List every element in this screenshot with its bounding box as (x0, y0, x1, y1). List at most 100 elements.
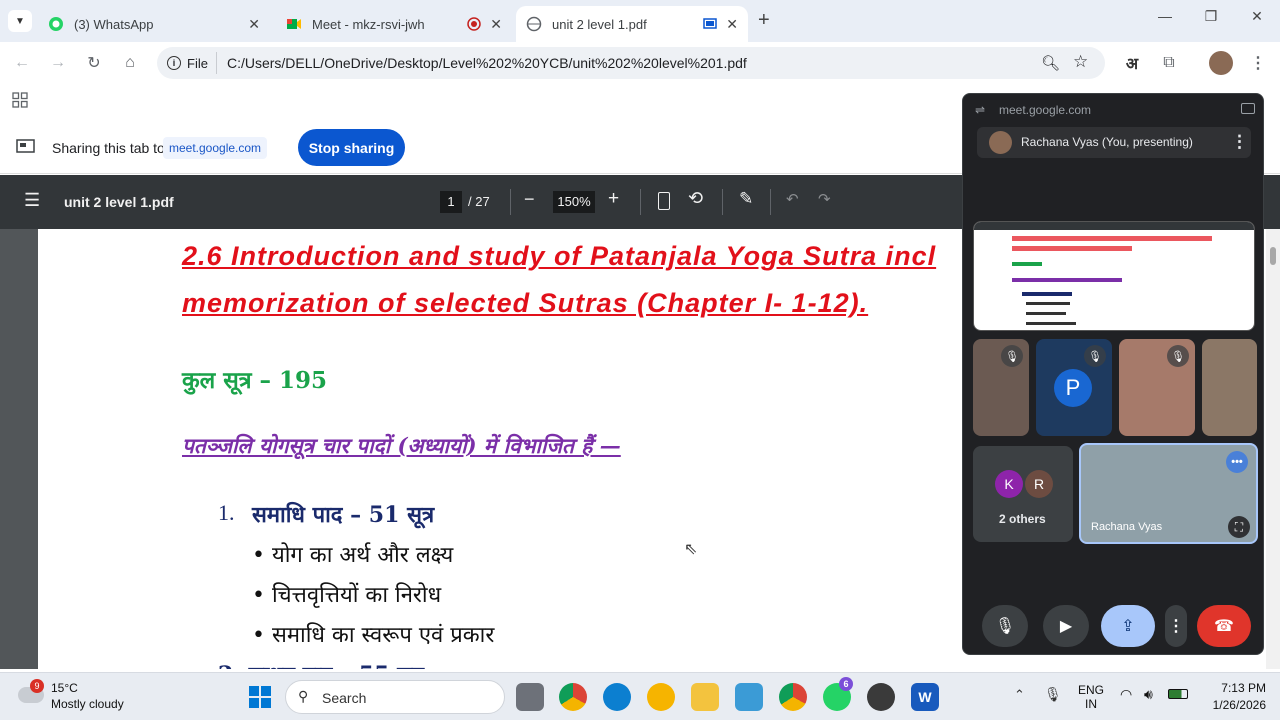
mic-off-icon: 🎙︎ (1167, 345, 1189, 367)
meet-pip-window: ⇌ meet.google.com Rachana Vyas (You, pre… (962, 93, 1264, 655)
page-number-input[interactable]: 1 (440, 191, 462, 213)
search-label: Search (322, 690, 367, 706)
more-options-icon[interactable]: ••• (1226, 451, 1248, 473)
tab-search-button[interactable]: ▼ (8, 10, 32, 32)
others-tile[interactable]: K R 2 others (973, 446, 1073, 542)
self-tile: ••• Rachana Vyas ⛶ (1079, 443, 1258, 544)
back-to-tab-icon[interactable] (1241, 103, 1255, 114)
extensions-icon[interactable]: ⧉ (1157, 51, 1181, 75)
participant-tile: 🎙︎ (973, 339, 1029, 436)
task-view-icon[interactable] (516, 683, 544, 711)
sharing-text: Sharing this tab to (52, 140, 165, 156)
date: 1/26/2026 (1212, 698, 1266, 712)
apps-grid-icon[interactable] (12, 92, 28, 108)
list-number: 1. (218, 500, 235, 525)
camera-button[interactable]: ▶ (1043, 605, 1089, 647)
bullet-1: • योग का अर्थ और लक्ष्य (252, 543, 454, 568)
undo-icon[interactable]: ↶ (786, 190, 799, 208)
show-hidden-icons[interactable]: ⌃ (1014, 687, 1025, 703)
back-arrow-icon[interactable]: ← (10, 51, 34, 75)
more-options-icon[interactable]: ⋮ (1231, 132, 1248, 152)
microphone-icon[interactable]: 🎙︎ (1044, 686, 1062, 703)
divider (770, 189, 771, 215)
file-explorer-icon[interactable] (691, 683, 719, 711)
avatar[interactable] (1209, 51, 1233, 75)
volume-icon[interactable]: 🔊︎ (1144, 686, 1153, 703)
url-text[interactable]: C:/Users/DELL/OneDrive/Desktop/Level%202… (227, 55, 747, 71)
photos-icon[interactable] (735, 683, 763, 711)
microphone-button[interactable]: 🎙︎ (982, 605, 1028, 647)
close-window-button[interactable]: ✕ (1234, 8, 1280, 25)
language-indicator[interactable]: ENG IN (1078, 683, 1104, 711)
redo-icon[interactable]: ↷ (818, 190, 831, 208)
present-screen-icon (16, 139, 36, 155)
annotate-pen-icon[interactable]: ✎ (739, 189, 753, 209)
obs-icon[interactable] (867, 683, 895, 711)
site-info-chip[interactable]: i File (165, 52, 217, 74)
bookmark-star-icon[interactable]: ☆ (1073, 52, 1088, 72)
tab-title: Meet - mkz-rsvi-jwh (312, 16, 425, 32)
clock[interactable]: 7:13 PM 1/26/2026 (1202, 681, 1266, 712)
search-icon: ⚲ (298, 688, 309, 704)
chrome-icon[interactable] (559, 683, 587, 711)
chrome-profile-icon[interactable] (779, 683, 807, 711)
close-tab-icon[interactable]: ✕ (248, 16, 260, 33)
word-icon[interactable]: W (911, 683, 939, 711)
translate-profile-icon[interactable]: अ (1120, 51, 1144, 75)
weather-temp: 15°C (51, 681, 78, 695)
stop-sharing-button[interactable]: Stop sharing (298, 129, 405, 166)
forward-arrow-icon[interactable]: → (46, 51, 70, 75)
start-button[interactable] (246, 683, 274, 711)
search-box[interactable]: ⚲ Search (285, 680, 505, 714)
tab-whatsapp[interactable]: (3) WhatsApp ✕ (38, 6, 270, 42)
lang-line-2: IN (1085, 697, 1097, 711)
browser-toolbar: ← → ↻ ⌂ i File C:/Users/DELL/OneDrive/Des… (0, 42, 1280, 84)
close-tab-icon[interactable]: ✕ (490, 16, 502, 33)
new-tab-button[interactable]: + (758, 9, 770, 32)
whatsapp-icon (48, 16, 64, 32)
zoom-in-icon[interactable]: + (608, 188, 619, 210)
zoom-out-icon[interactable]: − (524, 189, 535, 210)
address-bar[interactable]: i File C:/Users/DELL/OneDrive/Desktop/Lev… (157, 47, 1105, 79)
reload-icon[interactable]: ↻ (82, 51, 106, 75)
pdf-menu-icon[interactable]: ☰ (24, 190, 40, 211)
menu-dots-icon[interactable]: ⋮ (1246, 51, 1270, 75)
divider (722, 189, 723, 215)
bullet-2: • चित्तवृत्तियों का निरोध (252, 583, 442, 608)
wifi-icon[interactable]: ◠ (1120, 686, 1132, 703)
close-tab-icon[interactable]: ✕ (726, 16, 738, 33)
edge-icon[interactable] (603, 683, 631, 711)
avatar: P (1054, 369, 1092, 407)
tab-strip: ▼ (3) WhatsApp ✕ Meet - mkz-rsvi-jwh ✕ u… (0, 0, 1280, 42)
tab-meet[interactable]: Meet - mkz-rsvi-jwh ✕ (276, 6, 512, 42)
screen-share-icon (702, 16, 718, 32)
minimize-button[interactable]: — (1142, 8, 1188, 24)
scrollbar[interactable] (1266, 229, 1280, 669)
more-options-button[interactable]: ⋮ (1165, 605, 1187, 647)
home-icon[interactable]: ⌂ (118, 51, 142, 75)
weather-desc: Mostly cloudy (51, 697, 124, 711)
fit-page-icon[interactable] (658, 192, 670, 210)
heading-line-1: 2.6 Introduction and study of Patanjala … (182, 241, 937, 271)
tab-title: (3) WhatsApp (74, 16, 154, 32)
tab-pdf[interactable]: unit 2 level 1.pdf ✕ (516, 6, 748, 42)
mic-off-icon: 🎙︎ (1001, 345, 1023, 367)
crop-icon[interactable]: ⛶ (1228, 516, 1250, 538)
battery-icon[interactable] (1168, 689, 1188, 699)
weather-widget[interactable]: 9 15°C Mostly cloudy (18, 679, 138, 715)
present-button[interactable]: ⇪ (1101, 605, 1155, 647)
restore-button[interactable]: ❐ (1188, 8, 1234, 25)
presenter-name: Rachana Vyas (You, presenting) (1021, 135, 1193, 149)
avatar: K (995, 470, 1023, 498)
end-call-button[interactable]: ☎ (1197, 605, 1251, 647)
weather-app-icon[interactable] (647, 683, 675, 711)
whatsapp-icon[interactable]: 6 (823, 677, 853, 711)
mic-off-icon: 🎙︎ (1084, 345, 1106, 367)
others-label: 2 others (999, 512, 1046, 526)
zoom-icon[interactable]: 🔍︎ (1041, 54, 1060, 72)
zoom-level-input[interactable]: 150% (553, 191, 595, 213)
presentation-preview (973, 221, 1255, 331)
mouse-cursor-icon: ⇖ (684, 541, 698, 558)
scrollbar-thumb[interactable] (1270, 247, 1276, 265)
rotate-icon[interactable]: ⟲ (688, 188, 703, 209)
